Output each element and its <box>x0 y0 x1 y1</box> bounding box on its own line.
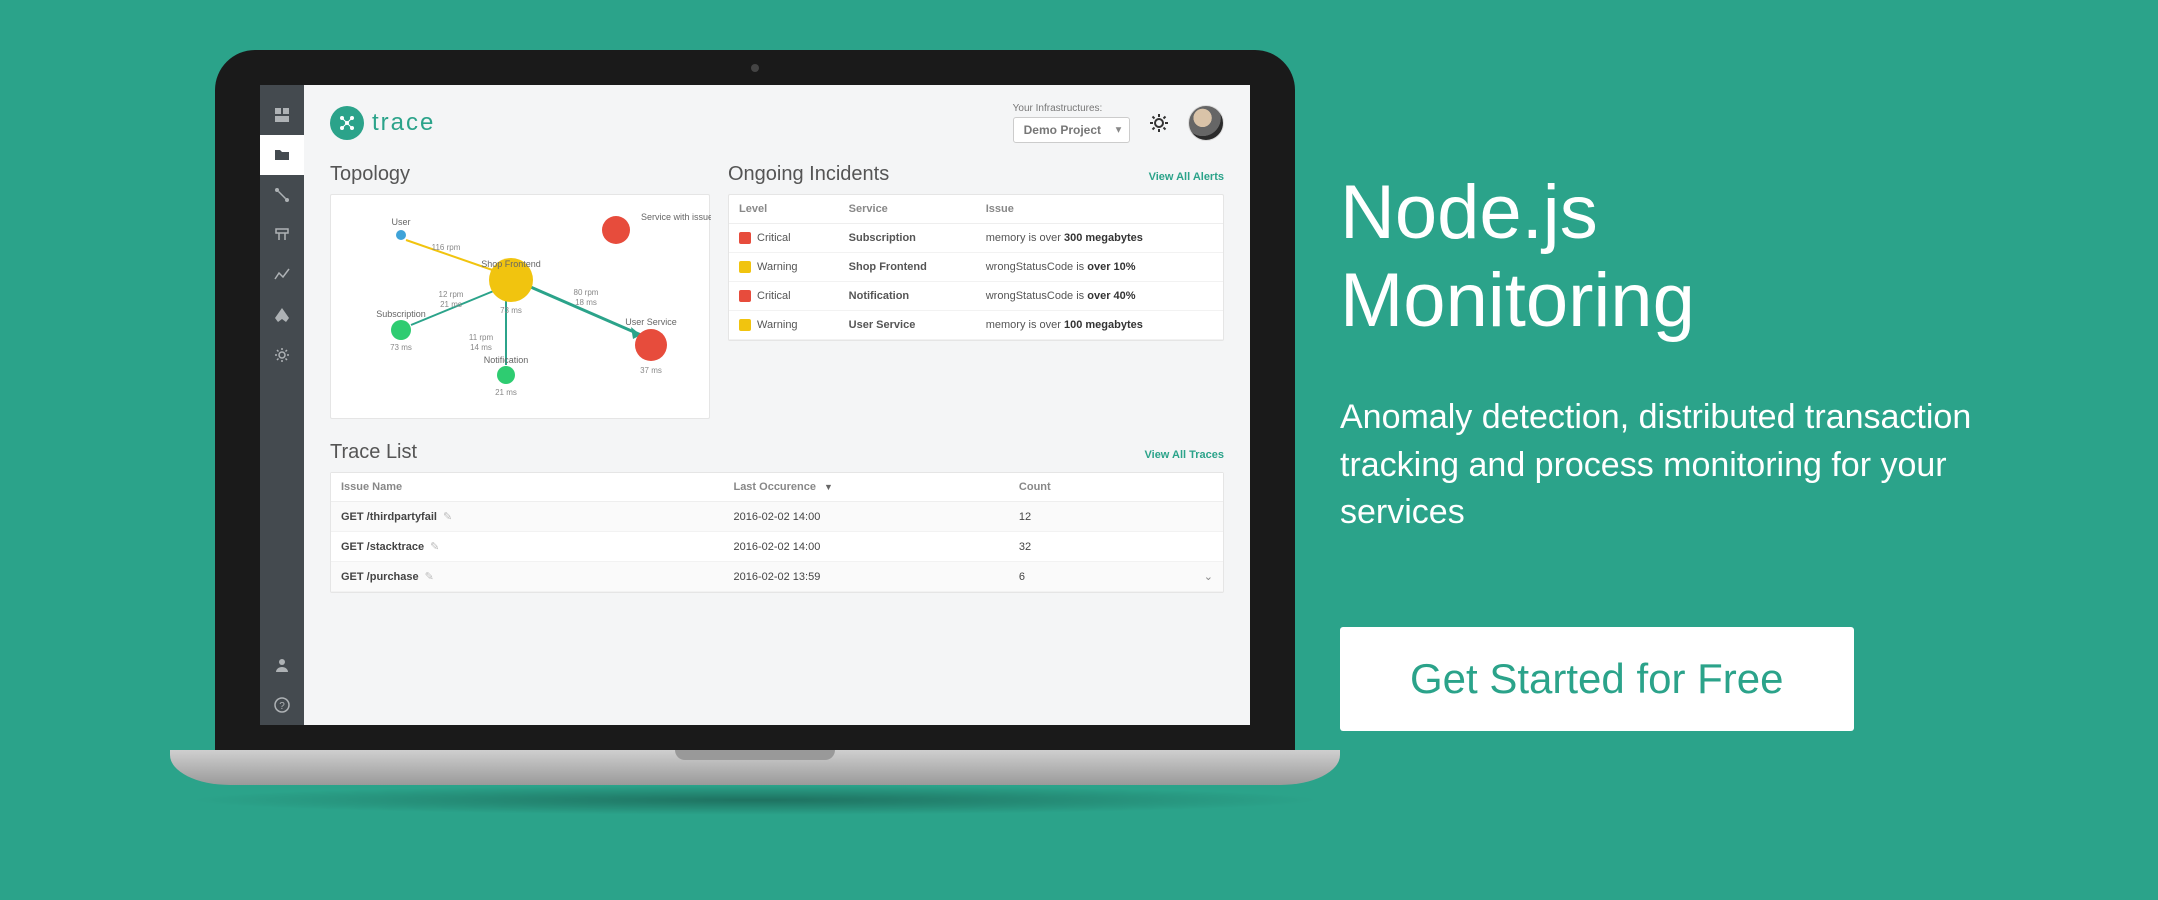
sidebar-item-metrics[interactable] <box>260 255 304 295</box>
view-all-alerts-link[interactable]: View All Alerts <box>1149 171 1224 183</box>
incident-row[interactable]: CriticalNotificationwrongStatusCode is o… <box>729 282 1223 311</box>
topo-node-user: User <box>391 217 410 227</box>
sort-desc-icon: ▼ <box>816 482 833 492</box>
incident-row[interactable]: CriticalSubscriptionmemory is over 300 m… <box>729 224 1223 253</box>
trace-row[interactable]: GET /purchase✎2016-02-02 13:596⌄ <box>331 562 1223 592</box>
topo-node-usersvc: User Service <box>625 317 677 327</box>
sidebar-item-folder[interactable] <box>260 135 304 175</box>
topo-node-sub: Subscription <box>376 309 426 319</box>
svg-text:80 rpm: 80 rpm <box>574 288 599 297</box>
get-started-button[interactable]: Get Started for Free <box>1340 627 1854 731</box>
svg-text:37 ms: 37 ms <box>640 366 662 375</box>
laptop-mockup: ? trace Your Infrastructures: <box>170 50 1340 850</box>
svg-text:73 ms: 73 ms <box>390 343 412 352</box>
svg-text:12 rpm: 12 rpm <box>439 290 464 299</box>
infra-selected-value: Demo Project <box>1024 123 1101 137</box>
laptop-base <box>170 750 1340 785</box>
sidebar-item-user[interactable] <box>260 645 304 685</box>
col-count[interactable]: Count <box>1009 473 1193 502</box>
settings-button[interactable] <box>1148 112 1170 134</box>
edit-icon[interactable]: ✎ <box>419 571 434 583</box>
svg-text:116 rpm: 116 rpm <box>432 243 461 252</box>
col-level: Level <box>729 195 839 224</box>
severity-badge <box>739 261 751 273</box>
hero-title: Node.js Monitoring <box>1340 169 2048 344</box>
severity-badge <box>739 290 751 302</box>
marketing-column: Node.js Monitoring Anomaly detection, di… <box>1340 169 2068 731</box>
topo-node-shop: Shop Frontend <box>481 259 541 269</box>
severity-badge <box>739 319 751 331</box>
infra-select[interactable]: Demo Project ▾ <box>1013 117 1130 143</box>
svg-text:?: ? <box>279 701 285 712</box>
sidebar: ? <box>260 85 304 725</box>
col-last-occurence[interactable]: Last Occurence▼ <box>723 473 1008 502</box>
edit-icon[interactable]: ✎ <box>437 511 452 523</box>
logo-mark-icon <box>330 106 364 140</box>
hero-subtitle: Anomaly detection, distributed transacti… <box>1340 394 2048 537</box>
topo-node-issue: Service with issue <box>641 212 711 222</box>
sidebar-item-infra[interactable] <box>260 215 304 255</box>
traces-title: Trace List <box>330 441 417 464</box>
sidebar-item-dashboard[interactable] <box>260 95 304 135</box>
laptop-shadow <box>185 785 1325 815</box>
svg-text:11 rpm: 11 rpm <box>469 333 494 342</box>
col-issue-name[interactable]: Issue Name <box>331 473 723 502</box>
chevron-down-icon: ▾ <box>1116 125 1121 136</box>
topo-node-notif: Notification <box>484 355 529 365</box>
sidebar-item-help[interactable]: ? <box>260 685 304 725</box>
view-all-traces-link[interactable]: View All Traces <box>1145 449 1225 461</box>
infra-label: Your Infrastructures: <box>1013 103 1130 114</box>
camera-dot <box>751 64 759 72</box>
col-issue: Issue <box>976 195 1223 224</box>
traces-card: Issue Name Last Occurence▼ Count GET /th… <box>330 472 1224 593</box>
severity-badge <box>739 232 751 244</box>
edit-icon[interactable]: ✎ <box>424 541 439 553</box>
sidebar-item-topology[interactable] <box>260 175 304 215</box>
col-service: Service <box>839 195 976 224</box>
sidebar-item-settings[interactable] <box>260 335 304 375</box>
incident-row[interactable]: WarningShop FrontendwrongStatusCode is o… <box>729 253 1223 282</box>
topology-title: Topology <box>330 163 410 186</box>
svg-text:21 ms: 21 ms <box>440 300 462 309</box>
logo: trace <box>330 106 435 140</box>
svg-text:21 ms: 21 ms <box>495 388 517 397</box>
logo-text: trace <box>372 109 435 137</box>
incidents-title: Ongoing Incidents <box>728 163 889 186</box>
chevron-down-icon[interactable]: ⌄ <box>1204 571 1213 583</box>
svg-text:14 ms: 14 ms <box>470 343 492 352</box>
svg-text:73 ms: 73 ms <box>500 306 522 315</box>
trace-row[interactable]: GET /stacktrace✎2016-02-02 14:0032 <box>331 532 1223 562</box>
trace-row[interactable]: GET /thirdpartyfail✎2016-02-02 14:0012 <box>331 502 1223 532</box>
main-content: trace Your Infrastructures: Demo Project… <box>304 85 1250 725</box>
incident-row[interactable]: WarningUser Servicememory is over 100 me… <box>729 311 1223 340</box>
sidebar-item-alerts[interactable] <box>260 295 304 335</box>
avatar[interactable] <box>1188 105 1224 141</box>
topology-card[interactable]: User Service with issue Shop Frontend 73… <box>330 194 710 419</box>
incidents-card: Level Service Issue CriticalSubscription… <box>728 194 1224 341</box>
svg-text:18 ms: 18 ms <box>575 298 597 307</box>
